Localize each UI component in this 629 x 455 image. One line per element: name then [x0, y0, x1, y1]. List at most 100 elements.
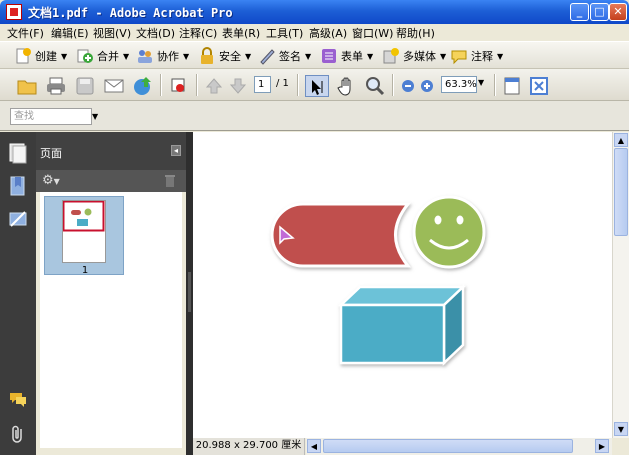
toolbar-separator [392, 74, 394, 96]
file-toolbar: 1 / 1 63.3% ▼ [0, 69, 629, 101]
pen-icon [258, 47, 276, 65]
cube-shape [337, 284, 467, 366]
collapse-panel-icon[interactable]: ◂ [171, 145, 181, 156]
multimedia-label: 多媒体 [403, 50, 436, 63]
find-input[interactable]: 查找 [10, 108, 92, 125]
attachments-paperclip-icon[interactable] [9, 424, 27, 447]
page-thumbnail-image [62, 200, 106, 263]
combine-icon [76, 47, 94, 65]
create-icon [14, 47, 32, 65]
combine-label: 合并 [97, 50, 119, 63]
scroll-right-icon[interactable]: ▶ [595, 439, 609, 453]
zoom-out-icon[interactable] [400, 75, 416, 97]
forms-icon [320, 47, 338, 65]
page-number-input[interactable]: 1 [254, 76, 271, 93]
page-size-readout: 20.988 x 29.700 厘米 [193, 438, 305, 455]
menu-view[interactable]: 视图(V) [93, 25, 131, 41]
bookmarks-icon[interactable] [8, 175, 28, 200]
zoom-level-input[interactable]: 63.3% [441, 76, 477, 93]
zoom-in-icon[interactable] [419, 75, 435, 97]
toolbar-separator [160, 74, 162, 96]
lock-icon [198, 47, 216, 65]
sign-button[interactable]: 签名 ▼ [258, 46, 311, 66]
menu-forms[interactable]: 表单(R) [222, 25, 260, 41]
minimize-button[interactable]: _ [570, 3, 589, 21]
hand-tool-icon[interactable] [336, 75, 358, 97]
scroll-left-icon[interactable]: ◀ [307, 439, 321, 453]
pages-panel-title: 页面 [40, 147, 62, 160]
page-total: / 1 [276, 78, 289, 89]
sign-label: 签名 [279, 50, 301, 63]
window-title: 文档1.pdf - Adobe Acrobat Pro [28, 6, 233, 20]
menu-help[interactable]: 帮助(H) [396, 25, 435, 41]
menu-document[interactable]: 文档(D) [136, 25, 175, 41]
forms-button[interactable]: 表单 ▼ [320, 46, 373, 66]
toolbar-separator [494, 74, 496, 96]
smiley-face-shape [412, 195, 486, 269]
page-thumbnail-selected[interactable]: 1 [44, 196, 124, 276]
menu-advanced[interactable]: 高级(A) [309, 25, 347, 41]
close-button[interactable]: ✕ [609, 3, 627, 21]
email-icon[interactable] [103, 75, 125, 97]
collaborate-button[interactable]: 协作 ▼ [136, 46, 189, 66]
horizontal-scroll-thumb[interactable] [323, 439, 573, 453]
page-thumbnail-label: 1 [81, 265, 89, 276]
create-label: 创建 [35, 50, 57, 63]
scroll-up-icon[interactable]: ▲ [614, 133, 628, 147]
save-icon[interactable] [74, 75, 96, 97]
document-view[interactable] [193, 132, 612, 438]
zoom-tool-icon[interactable] [364, 75, 386, 97]
comments-icon[interactable] [8, 390, 28, 411]
fit-window-icon[interactable] [528, 75, 550, 97]
print-icon[interactable] [45, 75, 67, 97]
collaborate-label: 协作 [157, 50, 179, 63]
menu-bar: 文件(F) 编辑(E) 视图(V) 文档(D) 注释(C) 表单(R) 工具(T… [0, 24, 629, 41]
multimedia-button[interactable]: 多媒体 ▼ [382, 46, 446, 66]
comment-button[interactable]: 注释 ▼ [450, 46, 503, 66]
horizontal-scrollbar[interactable]: ◀ ▶ [306, 438, 612, 455]
create-button[interactable]: 创建 ▼ [14, 46, 67, 66]
resize-grip[interactable] [612, 438, 629, 455]
navigation-pane-bar [0, 132, 36, 455]
signatures-icon[interactable] [8, 208, 28, 233]
comment-label: 注释 [471, 50, 493, 63]
previous-page-icon[interactable] [203, 75, 225, 97]
secure-button[interactable]: 安全 ▼ [198, 46, 251, 66]
menu-window[interactable]: 窗口(W) [352, 25, 393, 41]
red-rounded-shape [270, 202, 412, 268]
options-gear-icon[interactable]: ⚙▼ [42, 173, 60, 188]
upload-globe-icon[interactable] [132, 75, 154, 97]
collaborate-icon [136, 47, 154, 65]
comment-icon [450, 47, 468, 65]
menu-edit[interactable]: 编辑(E) [51, 25, 89, 41]
sign-document-icon[interactable] [168, 75, 190, 97]
zoom-dropdown-chevron-icon[interactable]: ▼ [478, 78, 484, 87]
vertical-scrollbar[interactable]: ▲ ▼ [612, 132, 629, 438]
pages-icon[interactable] [8, 142, 28, 167]
pages-panel-toolbar: ⚙▼ [36, 170, 186, 192]
scroll-down-icon[interactable]: ▼ [614, 422, 628, 436]
menu-comments[interactable]: 注释(C) [179, 25, 217, 41]
open-folder-icon[interactable] [16, 75, 38, 97]
panel-splitter[interactable] [186, 132, 193, 455]
secure-label: 安全 [219, 50, 241, 63]
title-bar: 文档1.pdf - Adobe Acrobat Pro _ □ ✕ [0, 0, 629, 24]
single-page-view-icon[interactable] [501, 75, 523, 97]
toolbar-separator [297, 74, 299, 96]
scroll-thumb[interactable] [614, 148, 628, 236]
pdf-file-icon [6, 4, 22, 20]
multimedia-icon [382, 47, 400, 65]
menu-file[interactable]: 文件(F) [7, 25, 44, 41]
next-page-icon[interactable] [227, 75, 249, 97]
combine-button[interactable]: 合并 ▼ [76, 46, 129, 66]
page-thumbnails-list: 1 [40, 192, 182, 448]
find-toolbar: 查找 ▼ [0, 101, 629, 131]
delete-trash-icon[interactable] [164, 173, 176, 191]
select-cursor-icon[interactable] [305, 75, 329, 97]
document-page-content [270, 195, 486, 366]
toolbar-separator [196, 74, 198, 96]
menu-tools[interactable]: 工具(T) [266, 25, 303, 41]
maximize-button[interactable]: □ [590, 3, 609, 21]
tasks-toolbar: 创建 ▼ 合并 ▼ 协作 ▼ 安全 ▼ 签名 ▼ 表单 ▼ 多媒体 ▼ 注释 ▼ [0, 41, 629, 69]
find-dropdown-chevron-icon[interactable]: ▼ [92, 112, 98, 121]
